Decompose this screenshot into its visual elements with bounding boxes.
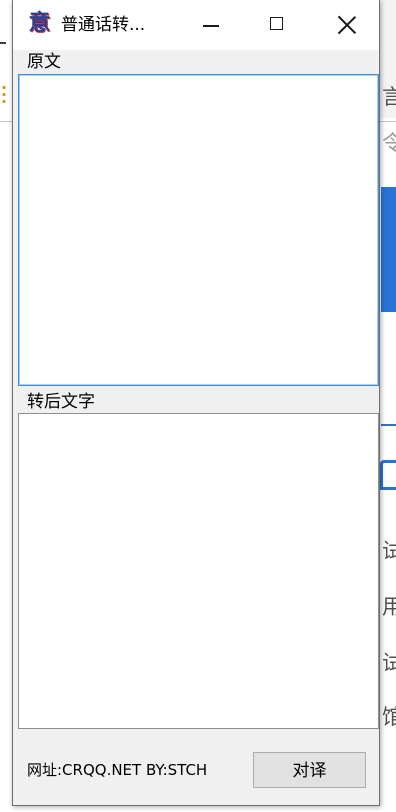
source-text-label: 原文 — [27, 52, 61, 72]
maximize-button[interactable] — [245, 0, 309, 50]
translate-button[interactable]: 对译 — [253, 752, 366, 788]
background-text: 言 — [382, 85, 396, 109]
minimize-button[interactable] — [179, 0, 243, 50]
background-divider — [378, 121, 396, 122]
background-text: 馆 — [382, 705, 396, 729]
close-button[interactable] — [315, 0, 379, 50]
converted-text-area[interactable] — [18, 413, 379, 729]
background-blue-glyph — [380, 460, 396, 490]
background-text: 试 — [382, 651, 396, 675]
app-logo-icon: 意 — [27, 11, 52, 37]
maximize-icon — [270, 17, 283, 30]
background-text: 试 — [382, 539, 396, 563]
background-text: 令 — [382, 131, 396, 155]
background-dash — [0, 42, 6, 44]
background-divider — [0, 121, 12, 122]
minimize-icon — [203, 25, 219, 27]
background-text: 用 — [382, 595, 396, 619]
website-credit: 网址:CRQQ.NET BY:STCH — [27, 761, 208, 779]
title-bar[interactable]: 意 普通话转... — [13, 0, 379, 50]
converted-text-label: 转后文字 — [27, 392, 95, 412]
converter-window: 意 普通话转... 原文 转后文字 网址:CRQQ.NET BY:STCH 对译 — [12, 0, 380, 806]
source-text-area[interactable] — [18, 74, 379, 386]
close-icon — [337, 15, 357, 35]
screen: 言 令 试 用 试 馆 意 普通话转... 原文 转后文字 网址:CRQQ.NE… — [0, 0, 396, 812]
background-toolbar-dots — [2, 84, 6, 106]
background-blue-banner — [381, 187, 396, 312]
background-blue-line — [381, 424, 396, 426]
window-title: 普通话转... — [61, 15, 146, 35]
